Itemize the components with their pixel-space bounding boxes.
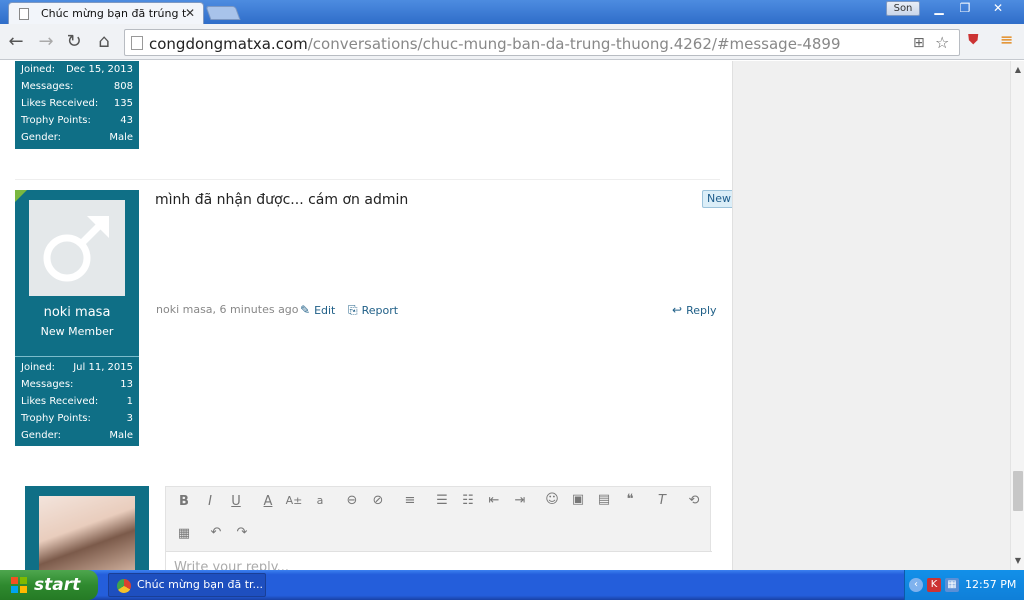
text-color-icon[interactable]: A bbox=[259, 494, 277, 509]
bookmark-star-icon[interactable]: ☆ bbox=[935, 33, 949, 52]
online-indicator bbox=[15, 190, 27, 202]
link-icon[interactable]: ⊖ bbox=[343, 493, 361, 508]
male-avatar-icon bbox=[43, 216, 109, 282]
font-size-icon[interactable]: A± bbox=[285, 494, 303, 507]
taskbar-item-chrome[interactable]: Chúc mừng bạn đã tr... bbox=[108, 573, 266, 597]
reload-icon[interactable]: ↻ bbox=[64, 32, 84, 52]
stat-row: Trophy Points: 43 bbox=[21, 115, 133, 126]
prev-user-stats: Joined: Dec 15, 2013 Messages: 808 Likes R… bbox=[15, 61, 139, 146]
stat-row: Messages: 13 bbox=[21, 379, 133, 390]
message-divider bbox=[15, 179, 720, 180]
stat-row: Likes Received: 1 bbox=[21, 396, 133, 407]
page-scrollbar[interactable]: ▲ ▼ bbox=[1010, 61, 1024, 570]
stat-row: Joined: Dec 15, 2013 bbox=[21, 64, 133, 75]
new-tab-button[interactable] bbox=[205, 6, 241, 20]
browser-tab[interactable]: Chúc mừng bạn đã trúng thư ✕ bbox=[8, 2, 204, 24]
url-domain: congdongmatxa.com bbox=[149, 35, 308, 53]
stat-row: Likes Received: 135 bbox=[21, 98, 133, 109]
smilie-icon[interactable]: ☺ bbox=[543, 492, 561, 507]
page-favicon-icon bbox=[19, 8, 29, 20]
report-link[interactable]: ⎘ Report bbox=[348, 303, 398, 318]
minimize-icon[interactable]: ▁ bbox=[928, 0, 950, 17]
network-icon[interactable]: ▦ bbox=[945, 578, 959, 592]
outdent-icon[interactable]: ⇤ bbox=[485, 493, 503, 508]
report-icon: ⎘ bbox=[348, 303, 358, 317]
reply-user-panel bbox=[25, 486, 149, 570]
avatar[interactable] bbox=[29, 200, 125, 296]
prev-user-panel: Joined: Dec 15, 2013 Messages: 808 Likes R… bbox=[15, 61, 139, 149]
restore-icon[interactable]: ❐ bbox=[954, 0, 976, 17]
stat-row: Gender: Male bbox=[21, 132, 133, 143]
media-icon[interactable]: ▤ bbox=[595, 492, 613, 507]
new-badge: New bbox=[702, 190, 736, 208]
translate-icon[interactable]: ⊞ bbox=[913, 35, 925, 51]
message-meta[interactable]: noki masa, 6 minutes ago bbox=[156, 303, 299, 316]
page-icon bbox=[131, 36, 143, 50]
user-panel: noki masa New Member Joined: Jul 11, 2015… bbox=[15, 190, 139, 446]
browser-toolbar: ← → ↻ ⌂ congdongmatxa.com/conversations/… bbox=[0, 24, 1024, 60]
home-icon[interactable]: ⌂ bbox=[94, 32, 114, 52]
clock[interactable]: 12:57 PM bbox=[965, 578, 1016, 591]
forward-icon[interactable]: → bbox=[36, 32, 56, 52]
indent-icon[interactable]: ⇥ bbox=[511, 493, 529, 508]
message-text: mình đã nhận được... cám ơn admin bbox=[155, 192, 409, 208]
browser-tab-bar: Chúc mừng bạn đã trúng thư ✕ Son ▁ ❐ ✕ bbox=[0, 0, 1024, 24]
reply-placeholder: Write your reply... bbox=[174, 560, 289, 570]
save-draft-icon[interactable]: ▦ bbox=[175, 526, 193, 541]
start-button[interactable]: start bbox=[0, 570, 98, 600]
redo-icon[interactable]: ↷ bbox=[233, 525, 251, 540]
current-user-avatar[interactable] bbox=[39, 496, 135, 570]
align-icon[interactable]: ≡ bbox=[401, 493, 419, 508]
reply-textarea[interactable]: Write your reply... bbox=[166, 551, 712, 570]
quote-icon[interactable]: ❝ bbox=[621, 492, 639, 507]
scroll-thumb[interactable] bbox=[1013, 471, 1023, 511]
back-icon[interactable]: ← bbox=[6, 32, 26, 52]
numbered-list-icon[interactable]: ☷ bbox=[459, 493, 477, 508]
font-family-icon[interactable]: a bbox=[311, 494, 329, 507]
stat-row: Gender: Male bbox=[21, 430, 133, 441]
scroll-down-icon[interactable]: ▼ bbox=[1011, 556, 1024, 565]
tray-expand-icon[interactable]: ‹ bbox=[909, 578, 923, 592]
windows-logo-icon bbox=[11, 577, 27, 593]
taskbar-item-label: Chúc mừng bạn đã tr... bbox=[137, 578, 264, 591]
edit-link[interactable]: ✎ Edit bbox=[300, 303, 335, 317]
reply-editor: B I U A A± a ⊖ ⊘ ≡ ☰ ☷ ⇤ ⇥ ☺ ▣ ▤ ❝ T ⟲ ▦… bbox=[165, 486, 712, 570]
reply-link[interactable]: ↩ Reply bbox=[672, 303, 717, 317]
system-tray: ‹ K ▦ 12:57 PM bbox=[904, 570, 1024, 600]
antivirus-icon[interactable]: K bbox=[927, 578, 941, 592]
remove-format-icon[interactable]: T bbox=[653, 493, 671, 508]
reply-icon: ↩ bbox=[672, 303, 683, 317]
unlink-icon[interactable]: ⊘ bbox=[369, 493, 387, 508]
underline-icon[interactable]: U bbox=[227, 494, 245, 509]
address-bar[interactable]: congdongmatxa.com/conversations/chuc-mun… bbox=[124, 29, 960, 56]
tab-title: Chúc mừng bạn đã trúng thư bbox=[41, 7, 187, 20]
undo-icon[interactable]: ↶ bbox=[207, 525, 225, 540]
menu-icon[interactable]: ≡ bbox=[1000, 30, 1013, 49]
start-label: start bbox=[34, 575, 81, 595]
pencil-icon: ✎ bbox=[300, 303, 311, 317]
bold-icon[interactable]: B bbox=[175, 494, 193, 509]
close-window-icon[interactable]: ✕ bbox=[980, 0, 1016, 17]
url-path: /conversations/chuc-mung-ban-da-trung-th… bbox=[307, 35, 841, 53]
stat-row: Joined: Jul 11, 2015 bbox=[21, 362, 133, 373]
image-icon[interactable]: ▣ bbox=[569, 492, 587, 507]
toggle-bbcode-icon[interactable]: ⟲ bbox=[685, 493, 703, 508]
profile-button[interactable]: Son bbox=[886, 1, 920, 16]
italic-icon[interactable]: I bbox=[201, 494, 219, 509]
stat-row: Messages: 808 bbox=[21, 81, 133, 92]
user-title: New Member bbox=[40, 325, 114, 338]
taskbar: start Chúc mừng bạn đã tr... ‹ K ▦ 12:57… bbox=[0, 570, 1024, 600]
chrome-icon bbox=[117, 579, 131, 593]
user-stats: Joined: Jul 11, 2015 Messages: 13 Likes Re… bbox=[15, 356, 139, 444]
username[interactable]: noki masa bbox=[15, 305, 139, 320]
scroll-up-icon[interactable]: ▲ bbox=[1011, 65, 1024, 74]
close-tab-icon[interactable]: ✕ bbox=[185, 6, 195, 20]
bullet-list-icon[interactable]: ☰ bbox=[433, 493, 451, 508]
extension-shield-icon[interactable]: ⛊ bbox=[968, 32, 979, 48]
page-content: Joined: Dec 15, 2013 Messages: 808 Likes R… bbox=[0, 61, 1010, 570]
url-text[interactable]: congdongmatxa.com/conversations/chuc-mun… bbox=[149, 35, 841, 53]
stat-row: Trophy Points: 3 bbox=[21, 413, 133, 424]
right-sidebar bbox=[732, 61, 1010, 570]
